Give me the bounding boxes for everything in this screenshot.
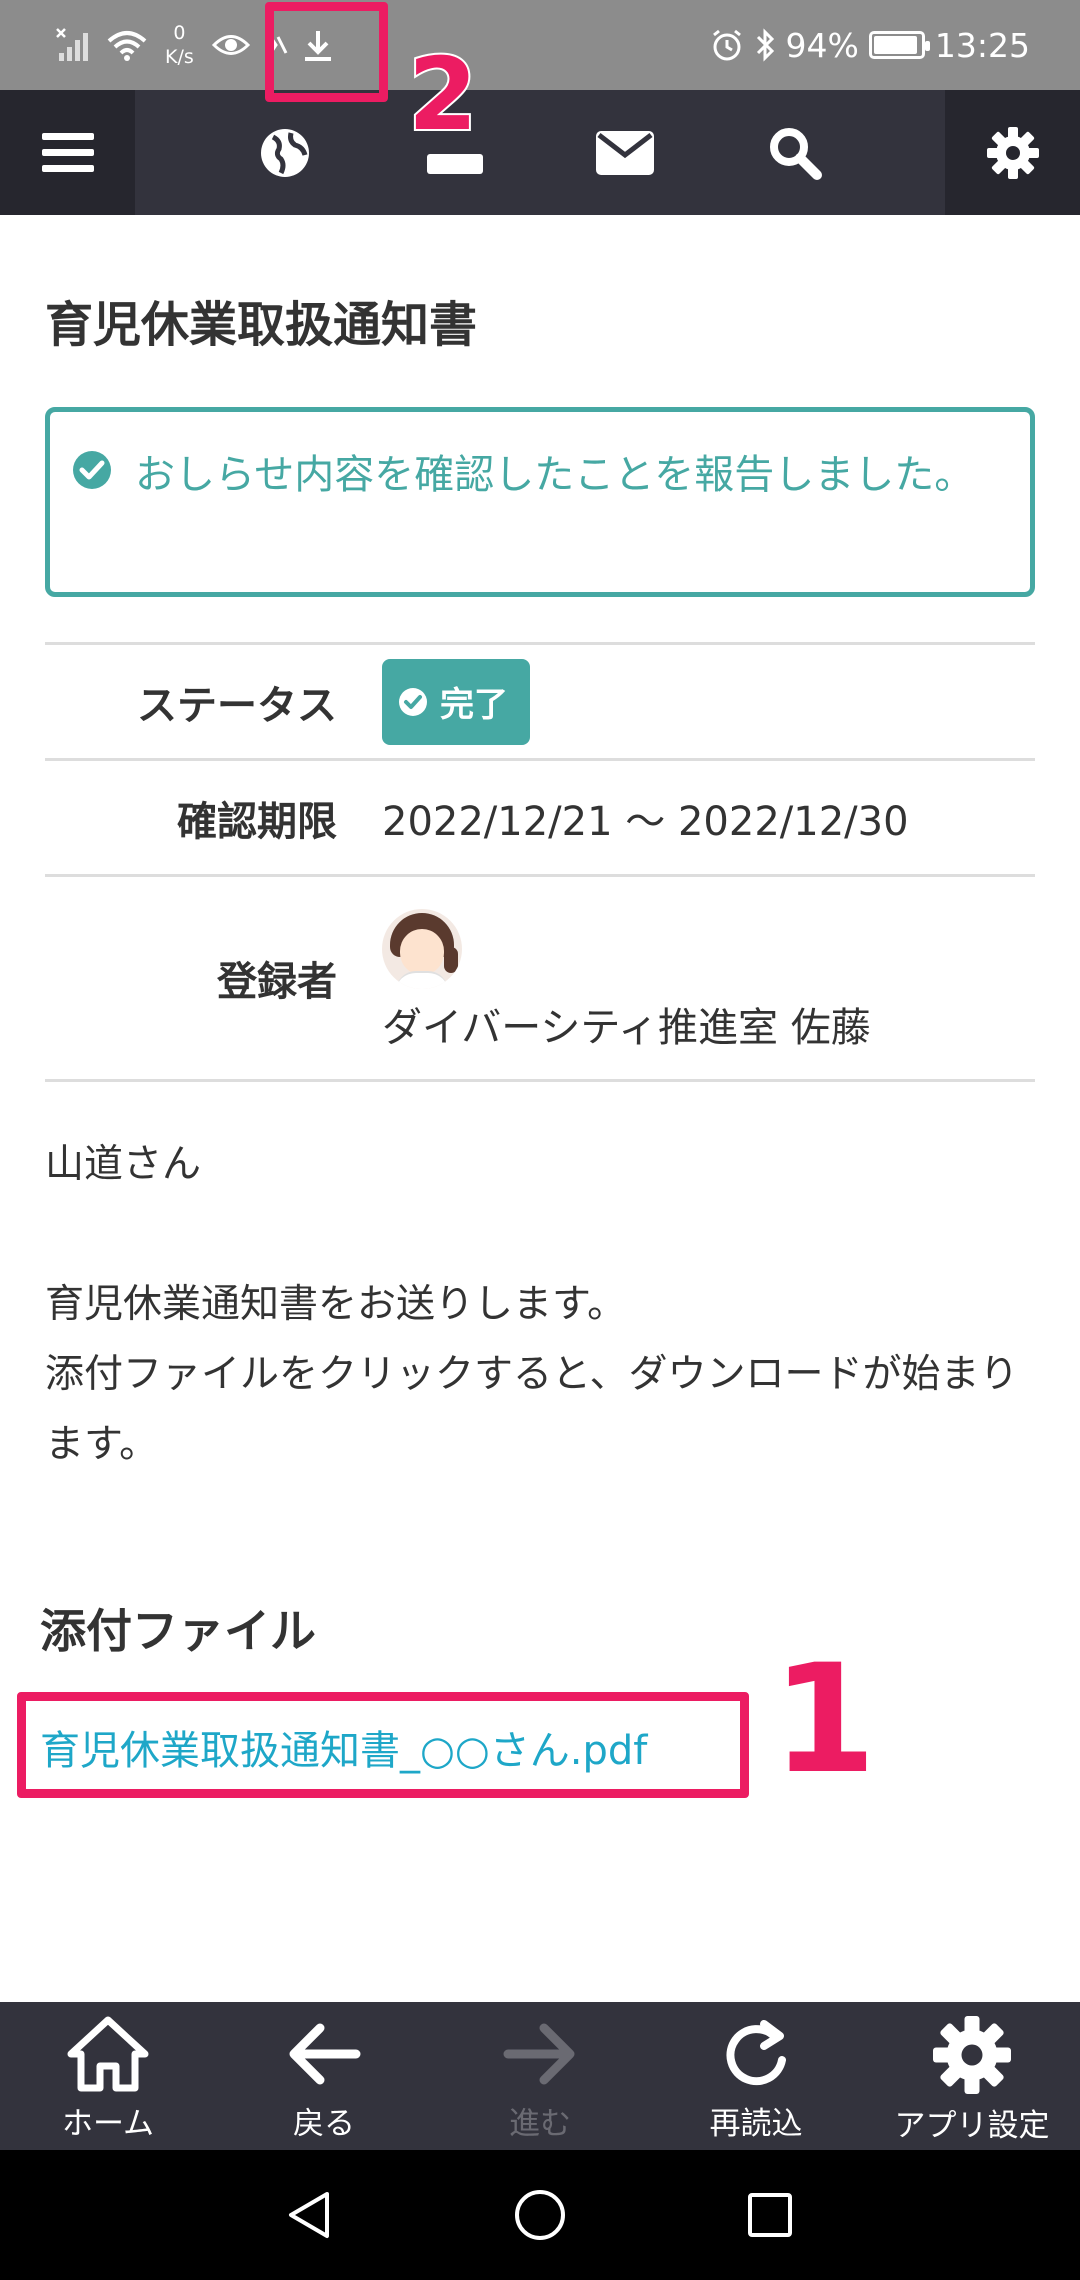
message-greeting: 山道さん [45,1142,202,1187]
battery-icon [868,31,930,59]
screen: 0 K/s 94% 13:25 2 育児休業取扱通知書 おしらせ内容を確認したこ… [0,0,1080,2280]
reload-button[interactable]: 再読込 [648,2002,864,2150]
network-speed-unit: K/s [165,46,194,68]
annotation-number-2: 2 [406,36,480,153]
search-button[interactable] [745,90,845,215]
bluetooth-icon [756,28,774,62]
app-settings-button[interactable]: アプリ設定 [864,2002,1080,2150]
back-button[interactable]: 戻る [216,2002,432,2150]
no-signal-icon [55,0,95,90]
settings-button[interactable] [945,90,1080,215]
gear-icon [986,126,1039,179]
reload-label: 再読込 [709,2106,803,2142]
battery-percent: 94% [785,25,859,65]
arrow-left-icon [289,2023,361,2085]
forward-button[interactable]: 進む [432,2002,648,2150]
registrant-row: 登録者 ダイバーシティ推進室 佐藤 [45,874,1035,1082]
status-bar: 0 K/s 94% 13:25 [0,0,1080,90]
annotation-number-1: 1 [770,1633,878,1807]
system-recents-button[interactable] [710,2150,830,2280]
check-circle-icon [73,451,111,489]
notice-text: おしらせ内容を確認したことを報告しました。 [135,452,975,498]
reload-icon [726,2020,786,2086]
bottom-app-bar: ホーム 戻る 進む 再読込 アプリ設定 [0,2002,1080,2150]
home-button[interactable]: ホーム [0,2002,216,2150]
deadline-label: 確認期限 [177,798,337,845]
menu-button[interactable] [0,90,135,215]
page-title: 育児休業取扱通知書 [45,297,478,353]
status-badge: 完了 [382,658,530,745]
annotation-box-download [265,2,388,102]
confirmation-notice: おしらせ内容を確認したことを報告しました。 [45,407,1035,597]
annotation-box-attachment [17,1692,749,1798]
registrant-name: ダイバーシティ推進室 佐藤 [382,1005,871,1051]
clock: 13:25 [934,25,1030,65]
back-label: 戻る [293,2106,355,2142]
eye-icon [212,0,250,90]
status-row: ステータス 完了 [45,642,1035,758]
hamburger-icon [41,132,94,172]
gear-icon [933,2016,1011,2094]
portal-button[interactable] [235,90,335,215]
network-speed: 0 K/s [165,0,194,90]
globe-icon [261,128,309,177]
status-badge-label: 完了 [440,685,508,725]
search-icon [770,127,822,180]
app-settings-label: アプリ設定 [894,2108,1050,2144]
registrant-value: ダイバーシティ推進室 佐藤 [382,903,871,1053]
home-icon [67,2016,149,2092]
square-recents-icon [748,2193,792,2237]
mail-button[interactable] [575,90,675,215]
system-back-button[interactable] [250,2150,370,2280]
network-speed-value: 0 [173,22,186,44]
info-table: ステータス 完了 確認期限 2022/12/21 〜 2022/12/30 登録… [45,642,1035,1082]
mail-icon [596,130,654,175]
circle-home-icon [515,2190,565,2240]
attachments-heading: 添付ファイル [40,1604,316,1658]
app-top-nav [0,90,1080,215]
home-label: ホーム [61,2106,155,2142]
status-label: ステータス [137,682,337,729]
deadline-row: 確認期限 2022/12/21 〜 2022/12/30 [45,758,1035,874]
arrow-right-icon [503,2023,575,2085]
avatar [382,909,462,989]
triangle-back-icon [289,2192,329,2238]
forward-label: 進む [509,2106,571,2142]
check-circle-icon [399,687,427,716]
message-line-2: 添付ファイルをクリックすると、ダウンロードが始まります。 [45,1352,1019,1467]
registrant-label: 登録者 [217,959,337,1005]
message-body: 山道さん 育児休業通知書をお送りします。 添付ファイルをクリックすると、ダウンロ… [45,1130,1035,1480]
alarm-icon [712,29,741,61]
status-right: 94% 13:25 [710,0,1030,90]
battery-level [873,36,918,54]
system-home-button[interactable] [480,2150,600,2280]
deadline-value: 2022/12/21 〜 2022/12/30 [382,798,909,845]
wifi-icon [105,0,149,90]
message-line-1: 育児休業通知書をお送りします。 [45,1282,627,1327]
status-value: 完了 [382,658,530,745]
system-nav-bar [0,2150,1080,2280]
